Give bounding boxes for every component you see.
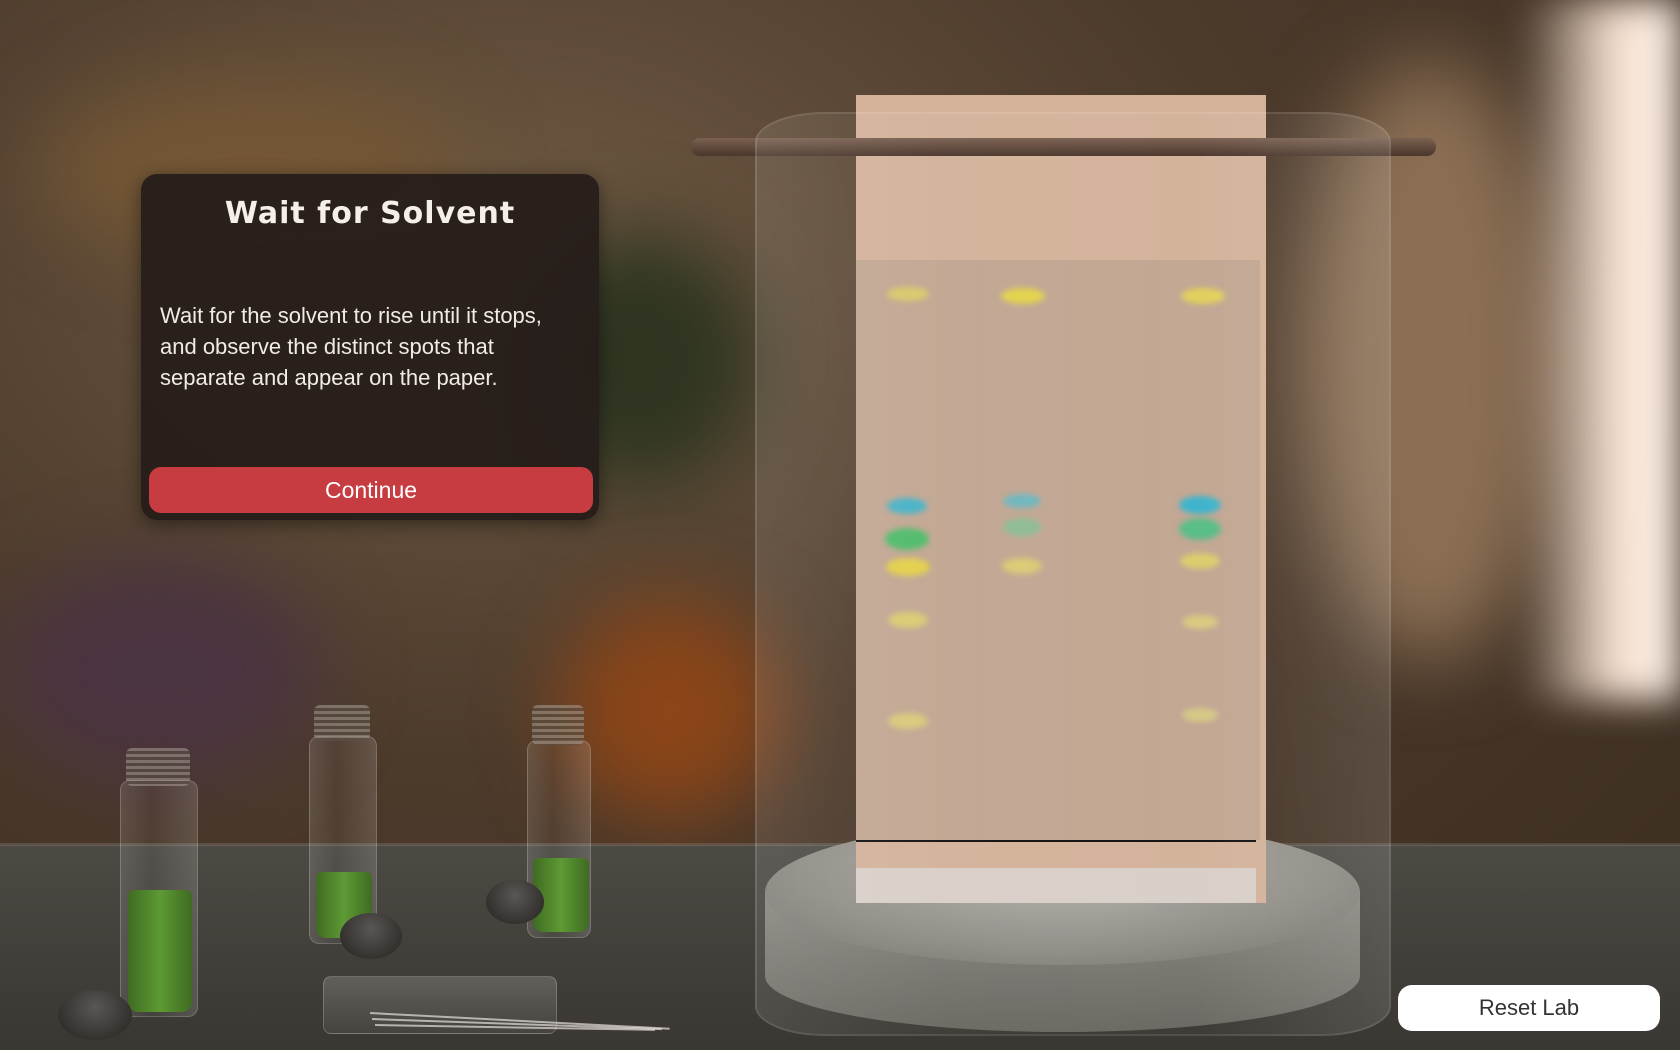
vial-cap-2[interactable]	[340, 913, 402, 959]
vial-cap-1[interactable]	[58, 990, 132, 1040]
panel-title: Wait for Solvent	[224, 196, 516, 231]
vial-3-neck	[532, 705, 584, 745]
bg-window-light	[1520, 0, 1680, 700]
vial-cap-3[interactable]	[486, 880, 544, 924]
glass-chamber-cylinder	[755, 112, 1391, 1036]
vial-2-neck	[314, 705, 370, 741]
vial-1-neck	[126, 748, 190, 786]
continue-button[interactable]: Continue	[149, 467, 593, 513]
bg-orange-blur	[560, 600, 780, 820]
panel-instructions: Wait for the solvent to rise until it st…	[160, 303, 542, 390]
instruction-panel: Wait for Solvent Wait for the solvent to…	[141, 174, 599, 520]
vial-1-green-sample	[128, 890, 192, 1012]
bg-purple-blur	[0, 560, 320, 780]
reset-lab-button[interactable]: Reset Lab	[1398, 985, 1660, 1031]
